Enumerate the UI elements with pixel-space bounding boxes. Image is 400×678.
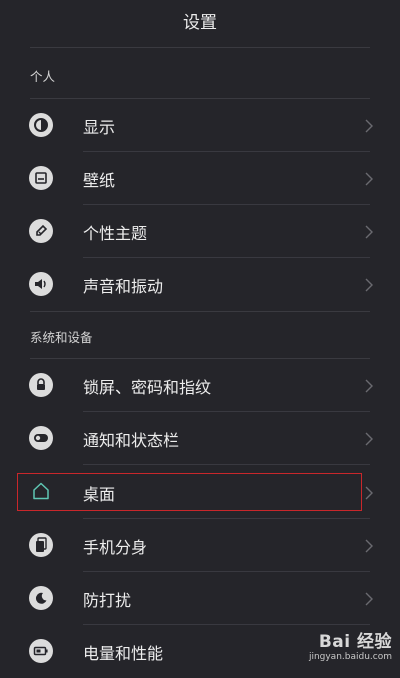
- settings-item-display[interactable]: 显示: [0, 99, 400, 152]
- chevron-right-icon: [365, 432, 373, 445]
- watermark-brand: Bai 经验: [318, 632, 392, 652]
- lock-icon: [29, 373, 53, 397]
- section-header-personal: 个人: [30, 69, 56, 84]
- settings-item-wallpaper[interactable]: 壁纸: [0, 152, 400, 205]
- wallpaper-icon: [29, 166, 53, 190]
- divider: [83, 464, 370, 465]
- settings-item-theme[interactable]: 个性主题: [0, 205, 400, 258]
- settings-item-label: 电量和性能: [83, 643, 164, 663]
- settings-item-label: 防打扰: [83, 590, 132, 610]
- settings-item-label: 通知和状态栏: [83, 430, 180, 450]
- theme-icon: [29, 219, 53, 243]
- notification-icon: [29, 426, 53, 450]
- settings-item-label: 手机分身: [83, 537, 148, 557]
- chevron-right-icon: [365, 539, 373, 552]
- chevron-right-icon: [365, 592, 373, 605]
- settings-item-notification[interactable]: 通知和状态栏: [0, 412, 400, 465]
- settings-item-label: 显示: [83, 117, 116, 137]
- page-title: 设置: [183, 13, 217, 33]
- settings-item-phone-clone[interactable]: 手机分身: [0, 519, 400, 572]
- chevron-right-icon: [365, 225, 373, 238]
- section-header-system: 系统和设备: [30, 330, 93, 345]
- display-icon: [29, 113, 53, 137]
- chevron-right-icon: [365, 486, 373, 499]
- watermark: Bai 经验 jingyan.baidu.com: [309, 627, 392, 662]
- settings-item-label: 个性主题: [83, 223, 148, 243]
- sound-icon: [29, 272, 53, 296]
- settings-item-label: 声音和振动: [83, 276, 164, 296]
- settings-item-label: 锁屏、密码和指纹: [83, 377, 212, 397]
- settings-item-do-not-disturb[interactable]: 防打扰: [0, 572, 400, 625]
- divider: [30, 47, 370, 48]
- chevron-right-icon: [365, 172, 373, 185]
- divider: [30, 311, 370, 312]
- settings-item-label: 壁纸: [83, 170, 116, 190]
- watermark-url: jingyan.baidu.com: [308, 652, 392, 662]
- highlight-box: [17, 473, 362, 511]
- settings-item-sound[interactable]: 声音和振动: [0, 258, 400, 311]
- chevron-right-icon: [365, 379, 373, 392]
- chevron-right-icon: [365, 119, 373, 132]
- chevron-right-icon: [365, 278, 373, 291]
- moon-icon: [29, 586, 53, 610]
- phone-clone-icon: [29, 533, 53, 557]
- settings-item-lock[interactable]: 锁屏、密码和指纹: [0, 359, 400, 412]
- battery-icon: [29, 639, 53, 663]
